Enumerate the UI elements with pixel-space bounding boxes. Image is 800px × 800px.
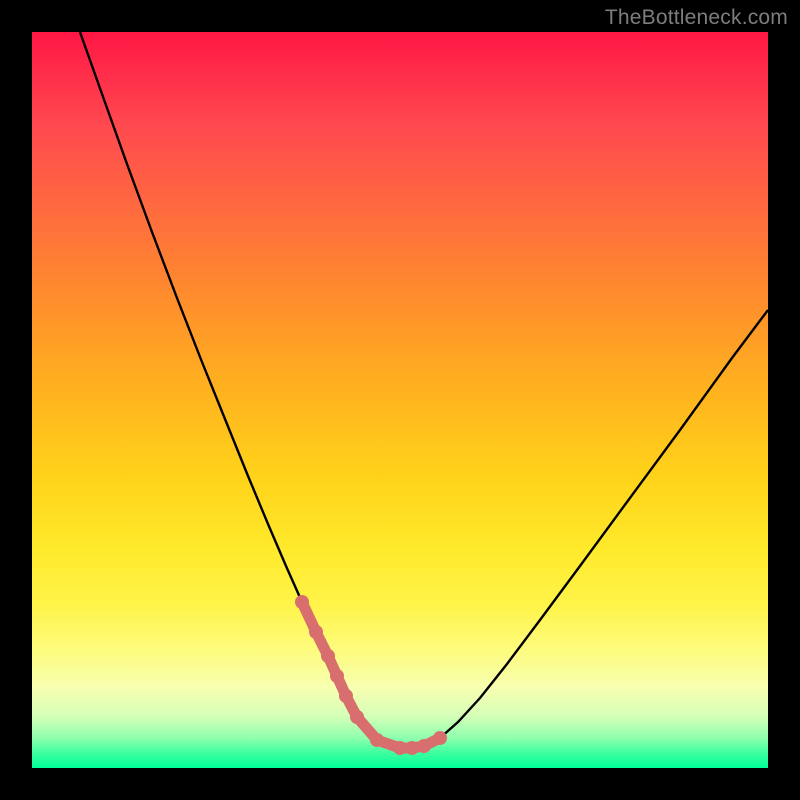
highlight-stroke	[302, 602, 440, 748]
bottleneck-curve	[80, 32, 768, 748]
watermark-text: TheBottleneck.com	[605, 6, 788, 30]
highlight-dot	[309, 625, 323, 639]
highlight-dot	[405, 741, 419, 755]
highlight-dot	[350, 710, 364, 724]
curve-layer	[32, 32, 768, 768]
highlight-dot	[433, 731, 447, 745]
highlight-dot	[393, 741, 407, 755]
highlight-dot	[370, 733, 384, 747]
highlight-dot	[330, 669, 344, 683]
highlight-dot	[321, 649, 335, 663]
plot-area	[32, 32, 768, 768]
highlight-dot	[339, 689, 353, 703]
chart-frame: TheBottleneck.com	[0, 0, 800, 800]
highlight-dot-group	[295, 595, 447, 755]
highlight-dot	[417, 739, 431, 753]
highlight-dot	[295, 595, 309, 609]
